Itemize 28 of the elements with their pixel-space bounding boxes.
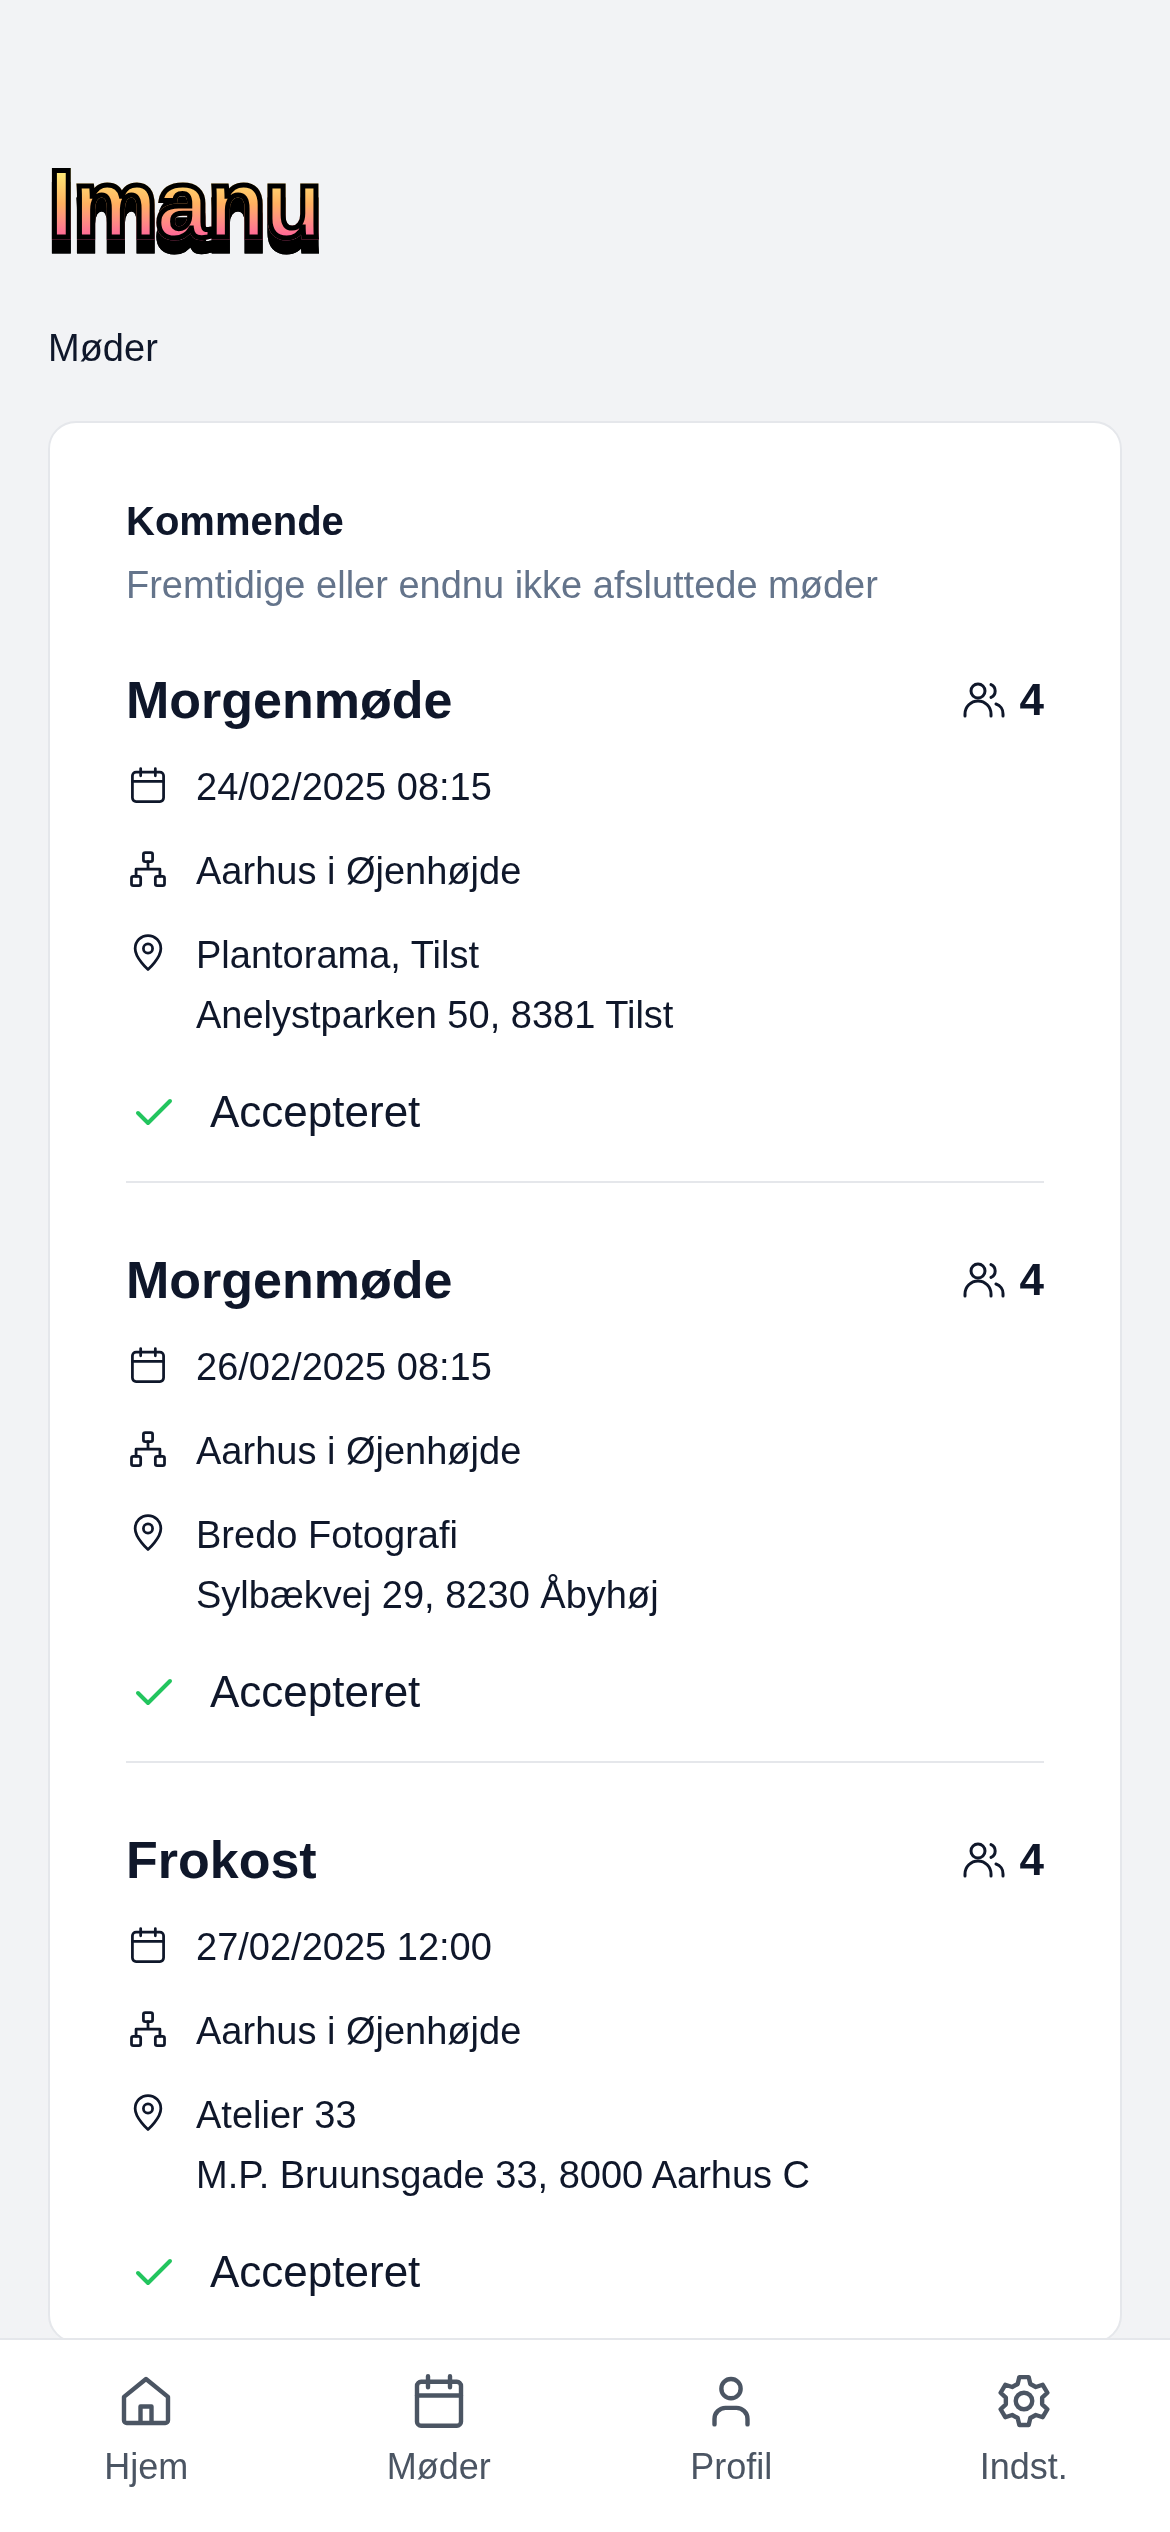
meeting-address: Plantorama, Tilst bbox=[196, 933, 480, 978]
status-label: Accepteret bbox=[210, 1666, 421, 1718]
meeting-date: 24/02/2025 08:15 bbox=[196, 765, 492, 810]
meeting-group: Aarhus i Øjenhøjde bbox=[196, 841, 522, 901]
status-label: Accepteret bbox=[210, 2246, 421, 2298]
status-label: Accepteret bbox=[210, 1086, 421, 1138]
meeting-address: Bredo Fotografi bbox=[196, 1513, 459, 1558]
meeting-date: 26/02/2025 08:15 bbox=[196, 1345, 492, 1390]
meeting-address: Atelier 33 bbox=[196, 2093, 358, 2138]
meeting-address: Sylbækvej 29, 8230 Åbyhøj bbox=[196, 1573, 659, 1618]
meeting-address: Anelystparken 50, 8381 Tilst bbox=[196, 993, 674, 1038]
meeting-group: Aarhus i Øjenhøjde bbox=[196, 1421, 522, 1481]
meeting-address: M.P. Bruunsgade 33, 8000 Aarhus C bbox=[196, 2153, 811, 2198]
nav-tab[interactable]: Hjem bbox=[0, 2340, 293, 2532]
meeting-group: Aarhus i Øjenhøjde bbox=[196, 2001, 522, 2061]
participant-count: 4 bbox=[1019, 674, 1044, 726]
section-title: Kommende bbox=[126, 498, 345, 545]
nav-tab[interactable]: Profil bbox=[585, 2340, 878, 2532]
meeting-date: 27/02/2025 12:00 bbox=[196, 1925, 492, 1970]
nav-tab[interactable]: Møder bbox=[292, 2340, 585, 2532]
participant-count: 4 bbox=[1019, 1254, 1044, 1306]
meeting-title: Morgenmøde bbox=[126, 1250, 453, 1311]
participant-count: 4 bbox=[1019, 1834, 1044, 1886]
page-title: Møder bbox=[48, 326, 159, 371]
meeting-title: Morgenmøde bbox=[126, 670, 453, 731]
section-subtitle: Fremtidige eller endnu ikke afsluttede møder bbox=[126, 563, 879, 608]
nav-tab[interactable]: Indst. bbox=[877, 2340, 1170, 2532]
meeting-title: Frokost bbox=[126, 1830, 317, 1891]
